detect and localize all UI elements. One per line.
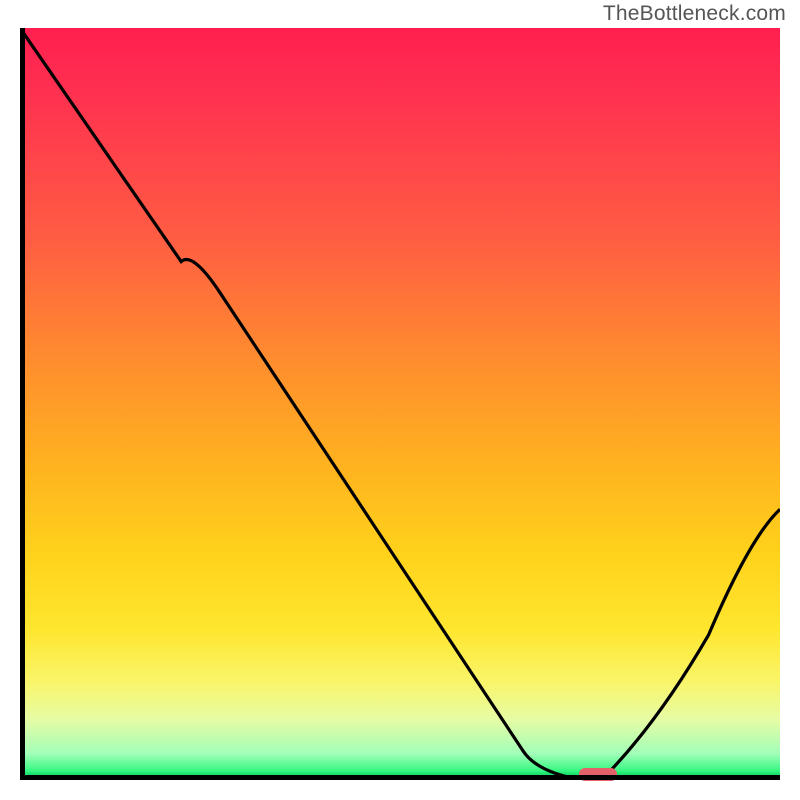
background-gradient — [20, 28, 780, 780]
plot-area — [20, 28, 780, 780]
chart-container: TheBottleneck.com — [0, 0, 800, 800]
optimal-range-marker — [579, 768, 617, 781]
watermark-text: TheBottleneck.com — [603, 2, 786, 26]
